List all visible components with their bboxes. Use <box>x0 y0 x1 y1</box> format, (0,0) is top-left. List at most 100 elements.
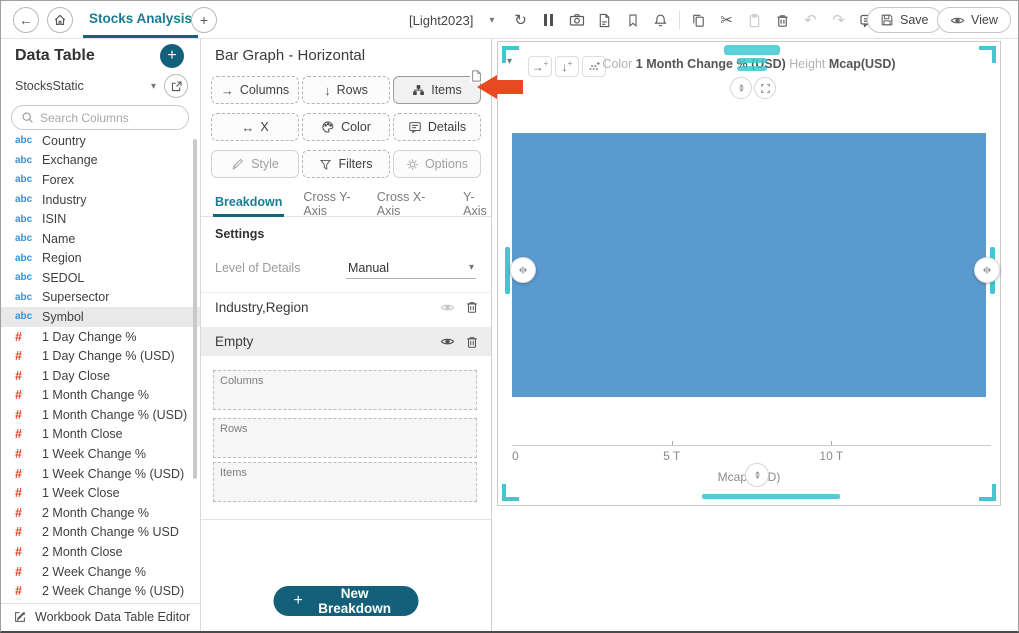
tab-cross-x-axis[interactable]: Cross X-Axis <box>375 190 432 217</box>
tab-cross-y-axis[interactable]: Cross Y-Axis <box>301 190 357 217</box>
add-rows-axis-button[interactable]: ↓+ <box>555 56 579 77</box>
home-icon <box>53 13 67 27</box>
column-item-exchange[interactable]: abcExchange <box>1 151 200 171</box>
column-item-2-month-change[interactable]: #2 Month Change % <box>1 503 200 523</box>
columns-dropzone[interactable]: Columns <box>213 370 477 410</box>
text-type-icon: abc <box>15 214 42 225</box>
column-item-1-day-change-usd[interactable]: #1 Day Change % (USD) <box>1 346 200 366</box>
column-item-supersector[interactable]: abcSupersector <box>1 288 200 308</box>
rows-dropzone[interactable]: Rows <box>213 418 477 458</box>
home-button[interactable] <box>47 7 73 33</box>
pause-button[interactable] <box>539 11 558 30</box>
snapshot-button[interactable] <box>567 11 586 30</box>
columns-shelf-button[interactable]: → Columns <box>211 76 299 104</box>
add-tab-button[interactable]: + <box>191 7 217 33</box>
column-name: Forex <box>42 173 74 187</box>
color-shelf-button[interactable]: Color <box>302 113 390 141</box>
undo-button[interactable]: ↶ <box>801 11 820 30</box>
column-item-1-week-close[interactable]: #1 Week Close <box>1 483 200 503</box>
column-item-2-week-change-usd[interactable]: #2 Week Change % (USD) <box>1 581 200 601</box>
breakdown-row-industry-region[interactable]: Industry,Region <box>201 292 491 321</box>
alerts-button[interactable] <box>651 11 670 30</box>
add-data-table-button[interactable]: + <box>160 44 184 68</box>
refresh-button[interactable]: ↻ <box>511 11 530 30</box>
column-item-forex[interactable]: abcForex <box>1 170 200 190</box>
redo-button[interactable]: ↷ <box>829 11 848 30</box>
column-name: 1 Day Change % (USD) <box>42 349 175 363</box>
column-name: Industry <box>42 193 86 207</box>
theme-selector[interactable]: [Light2023] ▾ <box>409 1 494 39</box>
add-columns-axis-button[interactable]: →+ <box>528 56 552 77</box>
filters-button[interactable]: Filters <box>302 150 390 178</box>
back-button[interactable]: ← <box>13 7 39 33</box>
visibility-toggle[interactable] <box>440 300 455 315</box>
items-dropzone[interactable]: Items <box>213 462 477 502</box>
paste-button[interactable] <box>745 11 764 30</box>
workbook-data-table-editor-button[interactable]: Workbook Data Table Editor <box>1 603 200 629</box>
column-name: Name <box>42 232 75 246</box>
bar-segment[interactable] <box>512 133 986 397</box>
rows-shelf-button[interactable]: ↓ Rows <box>302 76 390 104</box>
bottom-drag-handle[interactable] <box>702 494 840 499</box>
column-item-name[interactable]: abcName <box>1 229 200 249</box>
drag-handle-icon[interactable] <box>724 45 780 77</box>
options-button[interactable]: Options <box>393 150 481 178</box>
cut-button[interactable]: ✂ <box>717 11 736 30</box>
new-breakdown-button[interactable]: + New Breakdown <box>274 586 419 616</box>
export-pdf-button[interactable] <box>595 11 614 30</box>
column-item-region[interactable]: abcRegion <box>1 248 200 268</box>
column-item-1-month-change[interactable]: #1 Month Change % <box>1 386 200 406</box>
column-item-1-week-change[interactable]: #1 Week Change % <box>1 444 200 464</box>
column-item-symbol[interactable]: abcSymbol <box>1 307 200 327</box>
column-item-sedol[interactable]: abcSEDOL <box>1 268 200 288</box>
details-shelf-label: Details <box>428 120 466 134</box>
search-columns-input[interactable] <box>40 111 170 125</box>
column-item-country[interactable]: abcCountry <box>1 131 200 151</box>
level-of-details-select[interactable]: Manual ▾ <box>346 257 476 279</box>
delete-breakdown-button[interactable] <box>465 300 479 314</box>
style-button[interactable]: Style <box>211 150 299 178</box>
column-item-2-month-change-usd[interactable]: #2 Month Change % USD <box>1 523 200 543</box>
visibility-toggle[interactable] <box>440 334 455 349</box>
sidebar-scrollbar[interactable] <box>193 139 197 479</box>
bookmark-button[interactable] <box>623 11 642 30</box>
column-item-1-day-close[interactable]: #1 Day Close <box>1 366 200 386</box>
trash-icon <box>465 300 479 314</box>
left-splitter-button[interactable] <box>510 257 536 283</box>
right-splitter-button[interactable] <box>974 257 1000 283</box>
column-item-1-month-close[interactable]: #1 Month Close <box>1 425 200 445</box>
search-columns-box[interactable] <box>11 105 189 130</box>
column-name: Symbol <box>42 310 84 324</box>
delete-breakdown-button[interactable] <box>465 335 479 349</box>
view-button[interactable]: View <box>937 7 1011 33</box>
column-item-1-week-change-usd[interactable]: #1 Week Change % (USD) <box>1 464 200 484</box>
tab-breakdown[interactable]: Breakdown <box>213 190 284 217</box>
open-data-table-button[interactable] <box>164 74 188 98</box>
breakdown-row-empty[interactable]: Empty <box>201 327 491 356</box>
data-table-select[interactable]: StocksStatic <box>15 79 84 93</box>
column-item-2-month-close[interactable]: #2 Month Close <box>1 542 200 562</box>
column-item-industry[interactable]: abcIndustry <box>1 190 200 210</box>
rows-shelf-label: Rows <box>337 83 368 97</box>
pause-icon <box>544 14 553 26</box>
save-button[interactable]: Save <box>867 7 942 33</box>
axis-zoom-button[interactable] <box>745 463 769 487</box>
maximize-button[interactable] <box>754 77 776 99</box>
column-name: 1 Week Change % <box>42 447 146 461</box>
column-item-1-day-change[interactable]: #1 Day Change % <box>1 327 200 347</box>
copy-button[interactable] <box>689 11 708 30</box>
details-shelf-button[interactable]: Details <box>393 113 481 141</box>
column-item-2-week-change[interactable]: #2 Week Change % <box>1 562 200 582</box>
column-item-1-month-change-usd[interactable]: #1 Month Change % (USD) <box>1 405 200 425</box>
tab-y-axis[interactable]: Y-Axis <box>461 190 491 217</box>
bar-graph-visualization[interactable]: ▾ →+ ↓+ Color 1 Month Change % (USD) Hei… <box>497 41 1001 506</box>
column-item-isin[interactable]: abcISIN <box>1 209 200 229</box>
items-shelf-button[interactable]: Items <box>393 76 481 104</box>
numeric-type-icon: # <box>15 545 42 559</box>
sort-toggle-button[interactable] <box>730 77 752 99</box>
height-mapping-value[interactable]: Mcap(USD) <box>829 57 896 71</box>
bell-icon <box>653 13 668 28</box>
delete-button[interactable] <box>773 11 792 30</box>
x-shelf-button[interactable]: ↔ X <box>211 113 299 141</box>
workbook-tab[interactable]: Stocks Analysis <box>83 1 198 38</box>
